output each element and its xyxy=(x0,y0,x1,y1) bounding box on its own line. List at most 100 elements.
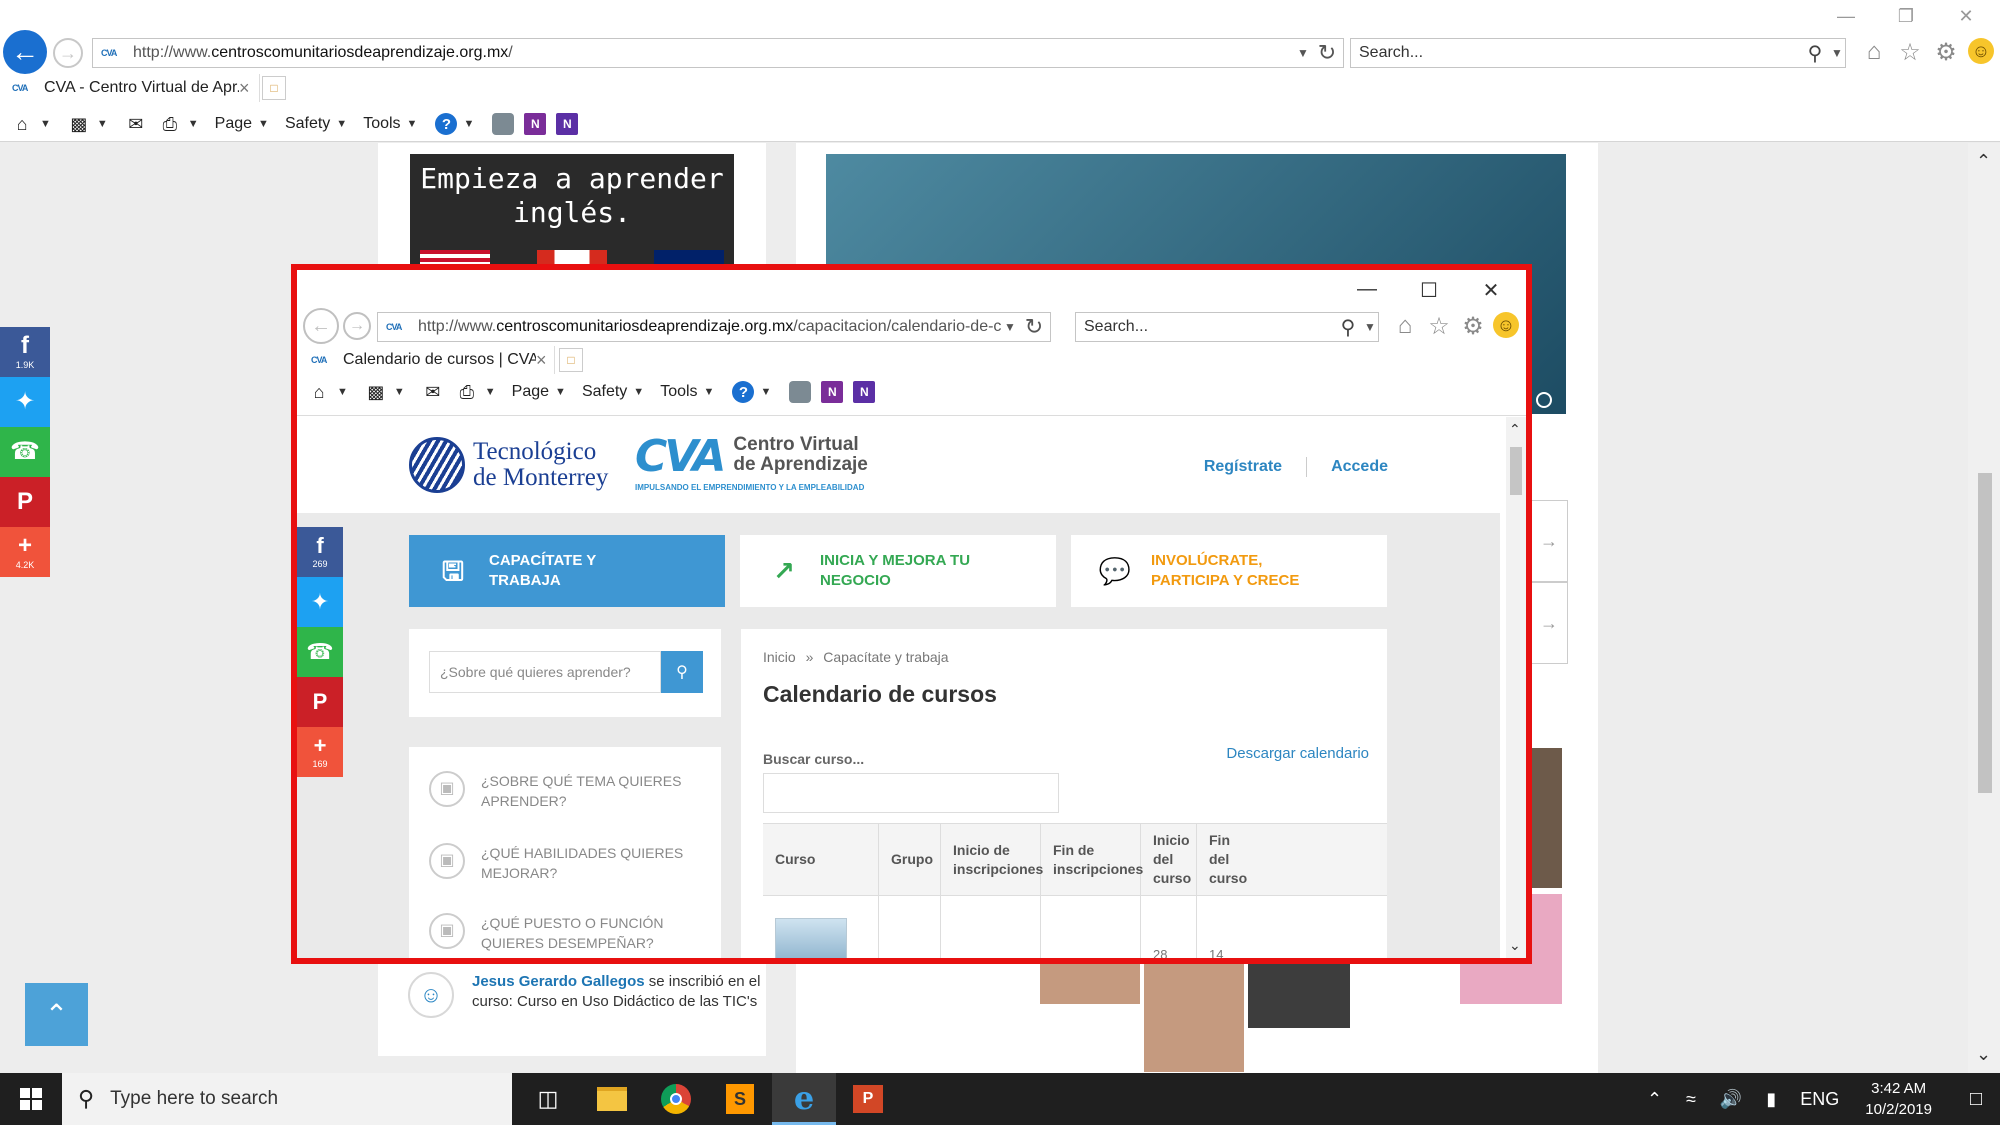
search-course-input[interactable] xyxy=(763,773,1059,813)
minimize-icon[interactable]: — xyxy=(1816,6,1876,27)
breadcrumb-current[interactable]: Capacítate y trabaja xyxy=(823,649,948,665)
more-share-button[interactable]: +169 xyxy=(297,727,343,777)
activity-user-link[interactable]: Jesus Gerardo Gallegos xyxy=(472,973,645,990)
home-command-icon[interactable]: ⌂ xyxy=(10,113,34,135)
forward-arrow-icon[interactable]: → xyxy=(343,312,371,340)
col-header-inicio-curso[interactable]: Inicio del curso xyxy=(1141,824,1197,895)
onenote-icon[interactable]: N xyxy=(821,381,844,403)
col-header-inicio-inscripciones[interactable]: Inicio de inscripciones xyxy=(941,824,1043,895)
pinterest-share-button[interactable]: P xyxy=(297,677,343,727)
back-arrow-icon[interactable]: ← xyxy=(3,30,47,74)
scroll-down-icon[interactable]: ⌄ xyxy=(1509,937,1521,954)
favorites-star-icon[interactable]: ☆ xyxy=(1425,312,1453,340)
refresh-icon[interactable]: ↻ xyxy=(1018,314,1050,340)
help-icon[interactable]: ? xyxy=(435,113,458,135)
powerpoint-button[interactable]: P xyxy=(836,1073,900,1125)
feeds-icon[interactable]: ▩ xyxy=(364,381,388,403)
research-tool-icon[interactable] xyxy=(789,381,812,403)
twitter-share-button[interactable]: ✦ xyxy=(0,377,50,427)
settings-gear-icon[interactable]: ⚙ xyxy=(1459,312,1487,340)
taskbar-search[interactable]: ⚲ Type here to search xyxy=(62,1073,512,1125)
login-link[interactable]: Accede xyxy=(1331,458,1388,476)
feedback-smiley-icon[interactable]: ☺ xyxy=(1968,38,1994,64)
home-command-icon[interactable]: ⌂ xyxy=(307,381,331,403)
address-dropdown-icon[interactable]: ▼ xyxy=(1002,320,1018,334)
close-icon[interactable]: ✕ xyxy=(1936,6,1996,27)
onenote-icon[interactable]: N xyxy=(524,113,547,135)
home-icon[interactable]: ⌂ xyxy=(1860,38,1888,66)
outer-scrollbar[interactable]: ⌃ ⌄ xyxy=(1968,143,2000,1073)
outer-side-card-1[interactable]: → xyxy=(1530,500,1568,582)
maximize-icon[interactable]: ☐ xyxy=(1398,278,1460,303)
notification-icon[interactable]: □ xyxy=(1952,1073,2000,1125)
search-icon[interactable]: ⚲ xyxy=(1801,41,1829,66)
wifi-icon[interactable]: ≈ xyxy=(1686,1089,1696,1110)
close-icon[interactable]: ✕ xyxy=(1460,278,1522,303)
course-search-input[interactable]: ¿Sobre qué quieres aprender? xyxy=(429,651,661,693)
safety-menu[interactable]: Safety xyxy=(582,383,627,401)
clock[interactable]: 3:42 AM 10/2/2019 xyxy=(1865,1078,1932,1120)
col-header-grupo[interactable]: Grupo xyxy=(879,824,941,895)
topic-item[interactable]: ▣ ¿SOBRE QUÉ TEMA QUIERES APRENDER? xyxy=(429,771,709,811)
language-indicator[interactable]: ENG xyxy=(1800,1089,1839,1110)
task-view-button[interactable]: ◫ xyxy=(516,1073,580,1125)
facebook-share-button[interactable]: f 1.9K xyxy=(0,327,50,377)
volume-icon[interactable]: 🔊 xyxy=(1720,1089,1742,1110)
scroll-thumb[interactable] xyxy=(1510,447,1522,495)
back-to-top-button[interactable]: ⌃ xyxy=(25,983,88,1046)
inner-search-box[interactable]: Search... ⚲ ▼ xyxy=(1075,312,1379,342)
print-icon[interactable]: ⎙ xyxy=(158,113,182,135)
print-dropdown-icon[interactable]: ▼ xyxy=(485,386,496,398)
register-link[interactable]: Regístrate xyxy=(1204,458,1282,476)
safety-menu[interactable]: Safety xyxy=(285,115,330,133)
print-dropdown-icon[interactable]: ▼ xyxy=(188,118,199,130)
whatsapp-share-button[interactable]: ☎ xyxy=(297,627,343,677)
restore-icon[interactable]: ❐ xyxy=(1876,6,1936,27)
cva-logo[interactable]: CVA Centro Virtual de Aprendizaje IMPULSA… xyxy=(635,435,868,493)
search-dropdown-icon[interactable]: ▼ xyxy=(1829,46,1845,60)
topic-item[interactable]: ▣ ¿QUÉ HABILIDADES QUIERES MEJORAR? xyxy=(429,843,709,883)
nav-negocio[interactable]: ↗ INICIA Y MEJORA TU NEGOCIO xyxy=(740,535,1056,607)
course-thumbnail[interactable] xyxy=(775,918,847,958)
home-icon[interactable]: ⌂ xyxy=(1391,312,1419,340)
twitter-share-button[interactable]: ✦ xyxy=(297,577,343,627)
refresh-icon[interactable]: ↻ xyxy=(1311,40,1343,66)
home-dropdown-icon[interactable]: ▼ xyxy=(40,118,51,130)
whatsapp-share-button[interactable]: ☎ xyxy=(0,427,50,477)
feeds-dropdown-icon[interactable]: ▼ xyxy=(394,386,405,398)
home-dropdown-icon[interactable]: ▼ xyxy=(337,386,348,398)
scroll-thumb[interactable] xyxy=(1978,473,1992,793)
topic-item[interactable]: ▣ ¿QUÉ PUESTO O FUNCIÓN QUIERES DESEMPEÑA… xyxy=(429,913,709,953)
settings-gear-icon[interactable]: ⚙ xyxy=(1932,38,1960,66)
onenote-linked-icon[interactable]: N xyxy=(853,381,876,403)
download-calendar-link[interactable]: Descargar calendario xyxy=(1226,745,1369,762)
inner-scrollbar[interactable]: ⌃ ⌄ xyxy=(1506,417,1526,958)
search-icon[interactable]: ⚲ xyxy=(1334,315,1362,340)
help-dropdown-icon[interactable]: ▼ xyxy=(760,386,771,398)
col-header-curso[interactable]: Curso xyxy=(763,824,879,895)
inner-address-bar[interactable]: CVA http://www.centroscomunitariosdeapre… xyxy=(377,312,1051,342)
course-search-button[interactable]: ⚲ xyxy=(661,651,703,693)
english-promo-banner[interactable]: Empieza a aprender inglés. xyxy=(410,154,734,274)
outer-search-box[interactable]: Search... ⚲ ▼ xyxy=(1350,38,1846,68)
table-row[interactable]: 28 14 xyxy=(763,896,1387,958)
feedback-smiley-icon[interactable]: ☺ xyxy=(1493,312,1519,338)
nav-involucrate[interactable]: 💬 INVOLÚCRATE, PARTICIPA Y CRECE xyxy=(1071,535,1387,607)
file-explorer-button[interactable] xyxy=(580,1073,644,1125)
research-tool-icon[interactable] xyxy=(492,113,515,135)
feeds-dropdown-icon[interactable]: ▼ xyxy=(97,118,108,130)
search-dropdown-icon[interactable]: ▼ xyxy=(1362,320,1378,334)
carousel-dot-icon[interactable] xyxy=(1536,392,1552,408)
inner-tab[interactable]: CVA Calendario de cursos | CVA ... × xyxy=(299,346,555,374)
outer-side-card-2[interactable]: → xyxy=(1530,582,1568,664)
tools-menu[interactable]: Tools xyxy=(660,383,697,401)
nav-capacitate[interactable]: 🖫 CAPACÍTATE Y TRABAJA xyxy=(409,535,725,607)
help-dropdown-icon[interactable]: ▼ xyxy=(463,118,474,130)
favorites-star-icon[interactable]: ☆ xyxy=(1896,38,1924,66)
sublime-button[interactable]: S xyxy=(708,1073,772,1125)
outer-address-bar[interactable]: CVA http://www.centroscomunitariosdeapre… xyxy=(92,38,1344,68)
address-dropdown-icon[interactable]: ▼ xyxy=(1295,46,1311,60)
scroll-up-icon[interactable]: ⌃ xyxy=(1976,151,1991,172)
tools-menu[interactable]: Tools xyxy=(363,115,400,133)
forward-arrow-icon[interactable]: → xyxy=(53,38,83,68)
